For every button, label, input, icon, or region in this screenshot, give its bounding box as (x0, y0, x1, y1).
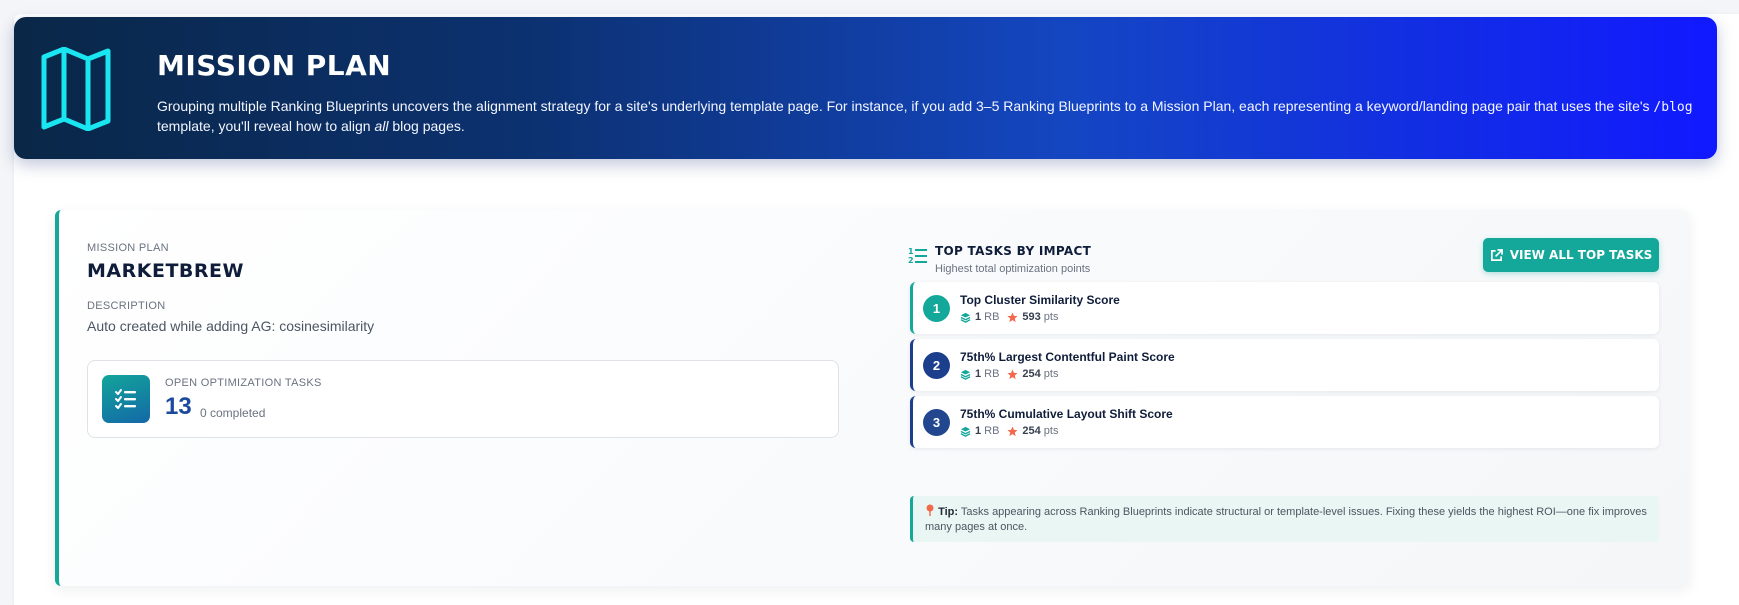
numbered-list-icon: 1 2 (908, 247, 927, 265)
task-item[interactable]: 1 Top Cluster Similarity Score 1 RB 593 pt… (910, 282, 1659, 334)
checklist-icon (102, 375, 150, 423)
top-tasks-subtitle: Highest total optimization points (935, 263, 1091, 275)
task-name: 75th% Cumulative Layout Shift Score (960, 407, 1173, 421)
description-label: Description (87, 300, 166, 312)
map-icon (41, 47, 111, 131)
banner-title: Mission Plan (157, 49, 392, 82)
pin-icon (926, 504, 934, 516)
view-all-top-tasks-button[interactable]: View All Top Tasks (1483, 238, 1659, 272)
external-link-icon (1490, 248, 1503, 261)
task-meta: 1 RB 254 pts (960, 425, 1058, 437)
layers-icon (960, 426, 971, 437)
task-item[interactable]: 2 75th% Largest Contentful Paint Score 1… (910, 339, 1659, 391)
open-tasks-label: Open Optimization Tasks (165, 377, 322, 389)
svg-text:1: 1 (908, 247, 914, 256)
plan-label: Mission Plan (87, 242, 169, 254)
task-meta: 1 RB 254 pts (960, 368, 1058, 380)
task-rank-badge: 1 (923, 295, 950, 322)
task-name: 75th% Largest Contentful Paint Score (960, 350, 1175, 364)
plan-description: Auto created while adding AG: cosinesimi… (87, 318, 375, 334)
blog-path-code: /blog (1653, 100, 1693, 115)
task-meta: 1 RB 593 pts (960, 311, 1058, 323)
task-item[interactable]: 3 75th% Cumulative Layout Shift Score 1R… (910, 396, 1659, 448)
view-all-label: View All Top Tasks (1509, 248, 1653, 262)
banner-description: Grouping multiple Ranking Blueprints unc… (157, 98, 1693, 134)
svg-text:2: 2 (908, 256, 914, 265)
layers-icon (960, 369, 971, 380)
tip-text: Tasks appearing across Ranking Blueprint… (925, 506, 1647, 533)
mission-plan-card: Mission Plan MARKETBREW Description Auto… (55, 210, 1689, 586)
tip-box: Tip: Tasks appearing across Ranking Blue… (910, 496, 1659, 542)
task-rank-badge: 3 (923, 409, 950, 436)
tip-label: Tip: (938, 506, 959, 518)
mission-plan-banner: Mission Plan Grouping multiple Ranking B… (14, 17, 1717, 159)
completed-count: 0 completed (200, 406, 266, 420)
layers-icon (960, 312, 971, 323)
star-icon (1007, 368, 1018, 379)
task-name: Top Cluster Similarity Score (960, 293, 1120, 307)
star-icon (1007, 425, 1018, 436)
task-rank-badge: 2 (923, 352, 950, 379)
top-tasks-title: Top Tasks by Impact (935, 244, 1092, 258)
open-tasks-count: 13 (165, 393, 192, 420)
plan-name: MARKETBREW (87, 260, 244, 282)
star-icon (1007, 311, 1018, 322)
open-tasks-stat: Open Optimization Tasks 13 0 completed (87, 360, 839, 438)
